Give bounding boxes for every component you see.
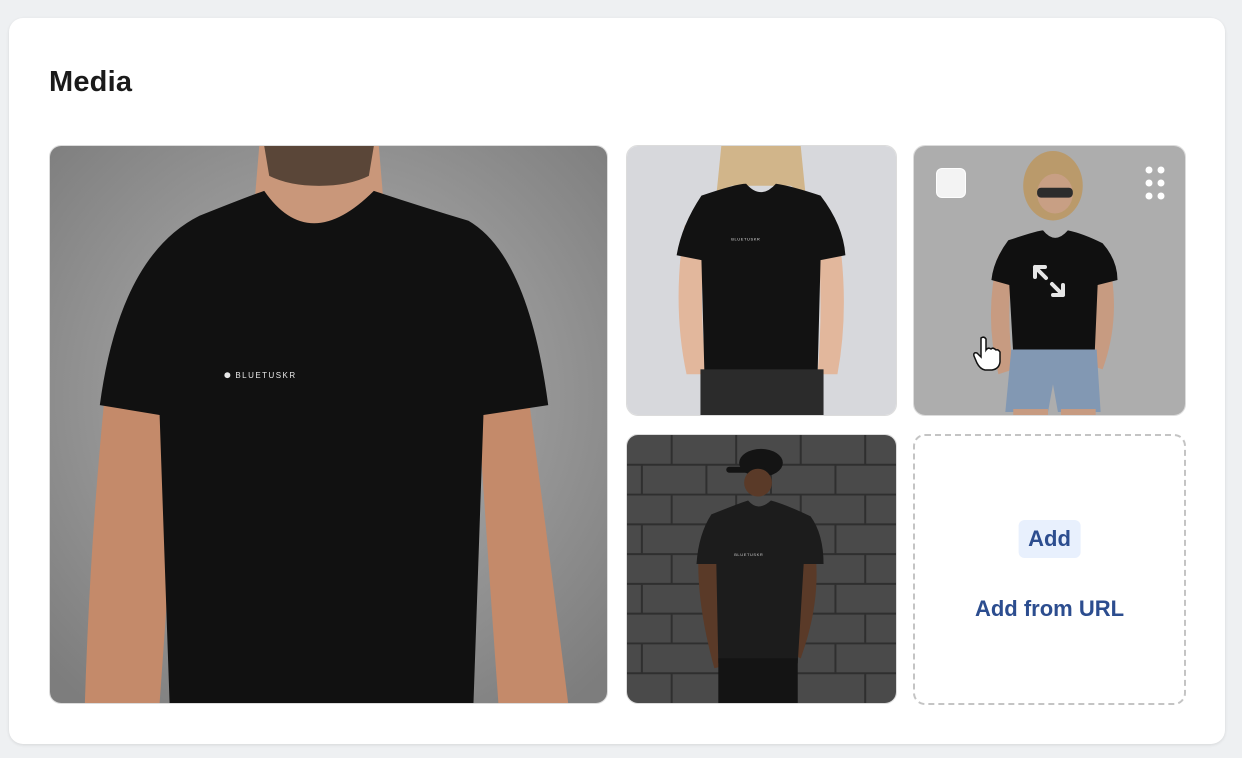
media-image-a: BLUETUSKR	[627, 146, 896, 415]
brand-print-main: BLUETUSKR	[235, 371, 296, 380]
media-item-a[interactable]: BLUETUSKR	[626, 145, 897, 416]
section-title: Media	[49, 66, 133, 98]
media-item-b[interactable]	[913, 145, 1186, 416]
add-from-url-link[interactable]: Add from URL	[915, 596, 1184, 622]
media-dropzone[interactable]: Add Add from URL	[913, 434, 1186, 705]
hand-cursor-icon	[973, 336, 1001, 371]
brand-print-c: BLUETUSKR	[734, 552, 763, 557]
media-item-main[interactable]: BLUETUSKR	[49, 145, 608, 704]
drag-handle-icon[interactable]	[1143, 164, 1167, 202]
media-image-main: BLUETUSKR	[50, 146, 607, 703]
media-item-c[interactable]: BLUETUSKR	[626, 434, 897, 704]
add-media-button[interactable]: Add	[1018, 520, 1081, 558]
select-checkbox[interactable]	[936, 168, 966, 198]
media-card: Media BLUETUSKR BLUETUSKR BLUETUSKR Add …	[9, 18, 1225, 744]
brand-print-a: BLUETUSKR	[731, 236, 760, 241]
media-image-c: BLUETUSKR	[627, 435, 896, 703]
expand-icon[interactable]	[1031, 263, 1067, 299]
